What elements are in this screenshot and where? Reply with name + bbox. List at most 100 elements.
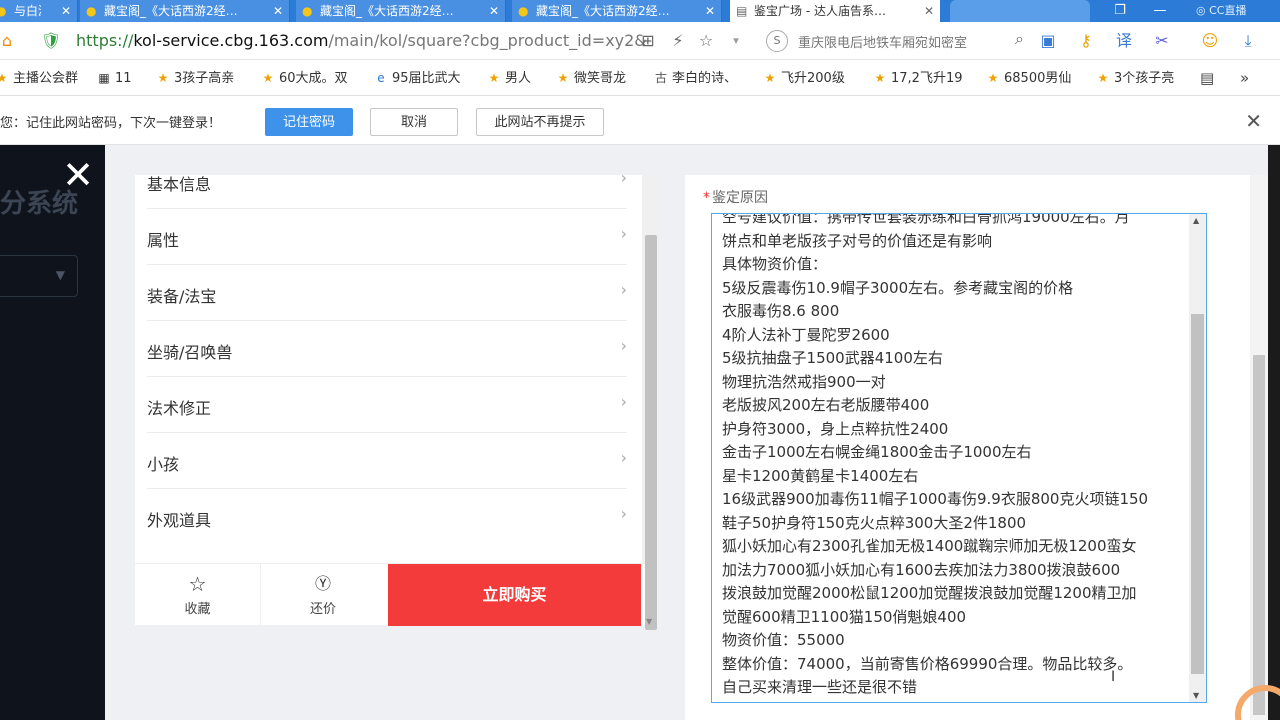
scissors-icon[interactable]: ✂ xyxy=(1150,30,1174,52)
buy-now-button[interactable]: 立即购买 xyxy=(388,564,641,626)
textarea-line: 5级反震毒伤10.9帽子3000左右。参考藏宝阁的价格 xyxy=(722,278,1074,297)
translate-icon[interactable]: 译 xyxy=(1112,30,1136,52)
menu-item-equipment[interactable]: 装备/法宝 › xyxy=(147,265,627,321)
url-protocol: https:// xyxy=(76,31,134,50)
tab-close-icon[interactable]: ✕ xyxy=(273,0,283,22)
scroll-down-arrow-icon[interactable]: ▼ xyxy=(646,617,652,626)
bookmark-label: 3孩子高亲 xyxy=(174,71,235,86)
bookmark-item[interactable]: ★ 主播公会群 xyxy=(0,68,78,89)
bookmark-item[interactable]: ★ 飞升200级 xyxy=(762,68,845,89)
home-icon[interactable]: ⌂ xyxy=(0,30,18,52)
star-bookmark-icon[interactable]: ☆ xyxy=(694,30,718,52)
chevron-right-icon: › xyxy=(620,448,627,467)
text-cursor-icon: I xyxy=(1111,669,1116,685)
appraisal-label-text: 鉴定原因 xyxy=(712,190,768,206)
tab-title: 与白游2经… xyxy=(14,4,41,18)
bookmark-item[interactable]: 古李白的诗、 xyxy=(653,68,737,89)
browser-tab[interactable]: ● 与白游2经… ✕ xyxy=(0,0,78,22)
tab-favicon-icon: ● xyxy=(518,4,529,18)
search-box[interactable]: S 重庆限电后地铁车厢宛如密室 ⌕ xyxy=(762,29,1024,53)
page-scrollbar[interactable] xyxy=(1250,175,1268,720)
menu-item-label: 法术修正 xyxy=(147,399,212,418)
url-field[interactable]: https://kol-service.cbg.163.com/main/kol… xyxy=(76,30,647,52)
scrollbar-thumb[interactable] xyxy=(1191,314,1204,674)
close-icon[interactable]: ✕ xyxy=(58,156,98,197)
emoji-icon[interactable]: ☺ xyxy=(1198,30,1222,52)
tab-title: 藏宝阁_《大话西游2经… xyxy=(320,4,454,18)
tab-favicon-icon: ● xyxy=(86,4,97,18)
menu-item-mount-summon[interactable]: 坐骑/召唤兽 › xyxy=(147,321,627,377)
textarea-scrollbar[interactable]: ▲ ▼ xyxy=(1189,214,1206,702)
scroll-down-arrow-icon[interactable]: ▼ xyxy=(1193,691,1199,700)
cc-live-watermark: ◎ CC直播 xyxy=(1196,2,1280,20)
menu-scrollbar[interactable]: ▼ xyxy=(642,175,660,630)
menu-item-appearance[interactable]: 外观道具 › xyxy=(147,489,627,545)
key-icon[interactable]: ⚷ xyxy=(1074,30,1098,52)
clipboard-icon[interactable]: ▣ xyxy=(1036,30,1060,52)
scroll-up-arrow-icon[interactable]: ▲ xyxy=(1193,216,1199,225)
menu-item-spell-correction[interactable]: 法术修正 › xyxy=(147,377,627,433)
textarea-line: 物理抗浩然戒指900一对 xyxy=(722,372,886,391)
bookmark-label: 60大成。双 xyxy=(279,71,348,86)
bookmark-item[interactable]: ★ 微笑哥龙 xyxy=(555,68,626,89)
bookmark-item[interactable]: ★ 60大成。双 xyxy=(260,68,348,89)
tab-close-icon[interactable]: ✕ xyxy=(489,0,499,22)
window-edge xyxy=(1268,145,1280,720)
bookmark-item[interactable]: ▦ 11 xyxy=(96,68,131,89)
menu-item-label: 外观道具 xyxy=(147,511,212,530)
tab-title: 藏宝阁_《大话西游2经… xyxy=(104,4,238,18)
chevron-right-icon: › xyxy=(620,280,627,299)
ie-icon: e xyxy=(377,71,385,85)
remember-password-button[interactable]: 记住密码 xyxy=(265,108,353,136)
menu-item-child[interactable]: 小孩 › xyxy=(147,433,627,489)
tab-close-icon[interactable]: ✕ xyxy=(705,0,715,22)
textarea-line: 16级武器900加毒伤11帽子1000毒伤9.9衣服800克火项链150 xyxy=(722,490,1149,508)
save-password-bar: 您：记住此网站密码，下次一键登录！ 记住密码 取消 此网站不再提示 ✕ xyxy=(0,97,1280,145)
favorite-button[interactable]: ☆ 收藏 xyxy=(135,564,260,626)
bookmark-label: 95届比武大 xyxy=(392,71,461,86)
restore-icon[interactable]: ❐ xyxy=(1100,0,1140,22)
bargain-button[interactable]: Ⓨ 还价 xyxy=(260,564,385,626)
action-bar: ☆ 收藏 Ⓨ 还价 立即购买 xyxy=(135,563,645,626)
star-icon: ★ xyxy=(764,71,776,85)
scrollbar-thumb[interactable] xyxy=(1253,355,1265,715)
bookmark-item[interactable]: ★ 68500男仙 xyxy=(985,68,1072,89)
secure-shield-icon[interactable]: 🛡 xyxy=(40,30,62,52)
browser-tab[interactable]: ● 藏宝阁_《大话西游2经… ✕ xyxy=(80,0,290,22)
chevron-down-icon[interactable]: ▾ xyxy=(724,30,748,52)
scrollbar-thumb[interactable] xyxy=(645,235,657,630)
bookmark-folder-icon[interactable]: ▤ xyxy=(1200,68,1214,88)
bookmark-item[interactable]: ★ 17,2飞升19 xyxy=(872,68,963,89)
download-icon[interactable]: ⤓ xyxy=(1236,30,1260,52)
new-tab-button[interactable] xyxy=(950,0,1090,22)
star-icon: ★ xyxy=(987,71,999,85)
bookmark-item[interactable]: ★ 男人 xyxy=(486,68,531,89)
appraisal-reason-textarea[interactable]: 空号建议价值：携带传世套装赤练和白骨抓鸿19000左右。月 饼点和单老版孩子对号的… xyxy=(711,213,1207,703)
bookmark-item[interactable]: e 95届比武大 xyxy=(373,68,461,89)
bookmark-item[interactable]: ★ 3个孩子亮 xyxy=(1095,68,1175,89)
page-content: 分系统 ▼ ✕ 基本信息 › 属性 › 装备/法宝 › 坐骑/召唤兽 › 法术修… xyxy=(0,145,1280,720)
minimize-icon[interactable]: — xyxy=(1140,0,1180,22)
lightning-icon[interactable]: ⚡ xyxy=(666,30,690,52)
tab-close-icon[interactable]: ✕ xyxy=(61,0,71,22)
close-icon[interactable]: ✕ xyxy=(1245,109,1262,133)
menu-item-label: 属性 xyxy=(147,231,180,250)
more-bookmarks-icon[interactable]: » xyxy=(1240,68,1249,88)
menu-item-label: 小孩 xyxy=(147,455,180,474)
cancel-button[interactable]: 取消 xyxy=(370,108,458,136)
search-icon[interactable]: ⌕ xyxy=(1015,29,1024,49)
browser-tab-active[interactable]: ▤ 鉴宝广场 - 达人庙告系… ✕ xyxy=(730,0,940,22)
bookmark-label: 3个孩子亮 xyxy=(1114,71,1175,86)
menu-item-basic-info[interactable]: 基本信息 › xyxy=(147,153,627,209)
bookmark-item[interactable]: ★ 3孩子高亲 xyxy=(155,68,235,89)
chevron-right-icon: › xyxy=(620,168,627,187)
qr-code-icon[interactable]: ⊞ xyxy=(636,30,660,52)
category-select[interactable]: ▼ xyxy=(0,255,78,297)
tab-close-icon[interactable]: ✕ xyxy=(924,0,934,22)
browser-tab[interactable]: ● 藏宝阁_《大话西游2经… ✕ xyxy=(296,0,506,22)
never-prompt-button[interactable]: 此网站不再提示 xyxy=(476,108,604,136)
menu-item-attributes[interactable]: 属性 › xyxy=(147,209,627,265)
appraisal-reason-label: * 鉴定原因 xyxy=(703,187,768,207)
menu-item-label: 坐骑/召唤兽 xyxy=(147,343,233,362)
browser-tab[interactable]: ● 藏宝阁_《大话西游2经… ✕ xyxy=(512,0,722,22)
